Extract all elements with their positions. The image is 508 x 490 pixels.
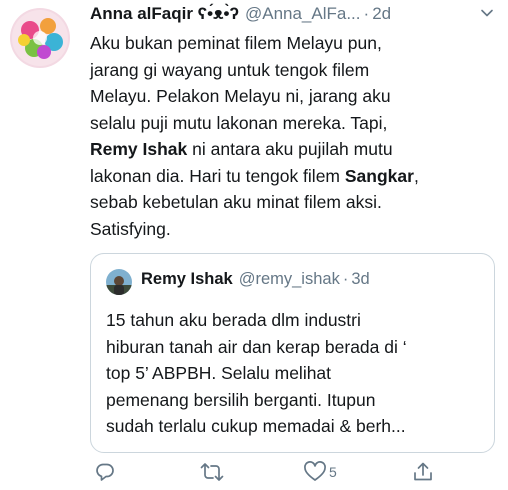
quoted-tweet-card[interactable]: Remy Ishak @remy_ishak · 3d 15 tahun aku… [90,253,495,453]
bold-text: Remy Ishak [90,139,188,159]
quoted-author-name: Remy Ishak [141,270,233,288]
quoted-text-line: pemenang bersilih berganti. Itupun [106,389,376,410]
header-separator: · [363,4,370,23]
tweet-text: Aku bukan peminat filem Melayu pun, jara… [90,30,490,242]
quoted-text-line: top 5’ ABPBH. Selalu melihat [106,363,332,383]
tweet-header: Anna alFaqir ʕ•́ᴥ•̀ʔ @Anna_AlFa... · 2d [90,2,500,26]
text-fragment: lakonan dia. Hari tu tengok filem [90,165,345,186]
like-count: 5 [329,464,337,480]
tweet-actions: 5 [90,458,490,486]
quoted-author-avatar [106,269,132,295]
reply-button[interactable] [94,458,116,486]
avatar-image [10,8,70,68]
text-fragment: , [413,165,419,186]
like-button[interactable]: 5 [303,458,337,486]
tweet-text-line: Melayu. Pelakon Melayu ni, jarang aku [90,86,391,106]
author-avatar[interactable] [10,8,70,68]
share-button[interactable] [412,458,434,486]
tweet-text-line: jarang gi wayang untuk tengok filem [90,59,370,80]
quoted-tweet-text: 15 tahun aku berada dlm industri hiburan… [106,307,491,440]
retweet-icon [200,461,224,483]
quoted-author-handle: @remy_ishak [238,270,340,288]
tweet[interactable]: Anna alFaqir ʕ•́ᴥ•̀ʔ @Anna_AlFa... · 2d … [0,0,508,490]
quoted-avatar-image [106,269,132,295]
tweet-text-line: lakonan dia. Hari tu tengok filem Sangka… [90,163,490,190]
reply-icon [94,461,116,483]
tweet-timestamp[interactable]: 2d [372,4,391,24]
tweet-text-line: selalu puji mutu lakonan mereka. Tapi, [90,112,388,133]
heart-icon [303,461,327,483]
bold-text: Sangkar [344,165,414,186]
quoted-tweet-timestamp: 3d [351,270,370,288]
quoted-tweet-header: Remy Ishak @remy_ishak · 3d [141,270,370,289]
chevron-down-icon[interactable] [480,5,494,25]
tweet-text-line: sebab kebetulan aku minat filem aksi. [90,192,382,212]
text-fragment: ni antara aku pujilah mutu [187,139,393,159]
author-handle[interactable]: @Anna_AlFa... [245,4,361,24]
tweet-text-line: Satisfying. [90,218,171,239]
share-icon [412,461,434,483]
retweet-button[interactable] [200,458,224,486]
quoted-text-line: hiburan tanah air dan kerap berada di ‘ [106,336,407,357]
tweet-text-line: Aku bukan peminat filem Melayu pun, [90,33,382,53]
quoted-text-line: 15 tahun aku berada dlm industri [106,310,361,330]
author-name[interactable]: Anna alFaqir ʕ•́ᴥ•̀ʔ [90,4,239,24]
quoted-text-line: sudah terlalu cukup memadai & berh... [106,416,406,436]
quoted-header-separator: · [342,270,349,288]
tweet-text-line: Remy Ishak ni antara aku pujilah mutu [90,136,490,163]
